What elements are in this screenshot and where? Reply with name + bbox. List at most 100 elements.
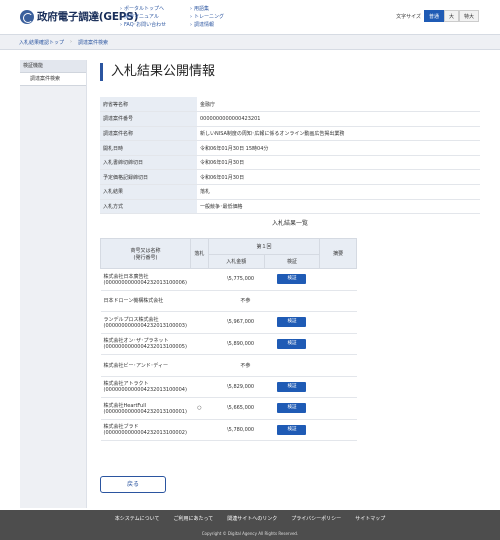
bid-amount: \5,967,000 — [208, 311, 265, 334]
bid-amount: \5,665,000 — [208, 397, 265, 420]
breadcrumb-item-search[interactable]: 調達案件検索 — [78, 39, 108, 46]
company-code: (0000000000004232013100006) — [103, 279, 187, 286]
info-row: 入札書締切締切日 令和06年01月30日 — [100, 155, 480, 171]
back-button[interactable]: 戻る — [100, 476, 166, 493]
font-size-switcher: 文字サイズ 普通 大 特大 — [396, 10, 479, 22]
geps-logo-icon — [20, 9, 34, 24]
bid-amount: 不参 — [208, 290, 320, 312]
remarks-cell — [319, 397, 357, 420]
info-row: 開札日時 令和06年01月30日 15時04分 — [100, 140, 480, 156]
results-title: 入札結果一覧 — [271, 220, 308, 227]
company-cell: 株式会社ビー･アンド･ディー — [100, 354, 191, 377]
winner-mark: ○ — [190, 397, 209, 420]
company-name: ランデルプロス株式会社 — [103, 316, 159, 323]
winner-mark — [190, 354, 209, 377]
company-cell: 株式会社日本廣告社 (0000000000004232013100006) — [100, 268, 191, 291]
col-header-round: 第１回 — [207, 238, 321, 255]
link-portal-top[interactable]: ポータルトップへ — [120, 5, 166, 13]
verify-button[interactable]: 検証 — [277, 424, 307, 435]
info-row: 調達案件名称 新しいNISA制度の周知･広報に係るオンライン動画広告掲出業務 — [100, 126, 480, 142]
col-header-company: 商号又は名称 (発行番号) — [100, 238, 191, 269]
table-row: 株式会社日本廣告社 (0000000000004232013100006) \5,… — [100, 268, 357, 291]
verify-button[interactable]: 検証 — [277, 338, 307, 349]
bid-amount: \5,829,000 — [208, 376, 265, 398]
font-size-xlarge-button[interactable]: 特大 — [458, 10, 479, 22]
verify-cell: 検証 — [264, 419, 320, 441]
company-cell: 日本ドローン機構株式会社 — [100, 290, 191, 312]
footer-link-about[interactable]: 本システムについて — [115, 515, 160, 522]
verify-button[interactable]: 検証 — [277, 381, 307, 392]
company-cell: 株式会社オン･ザ･プラネット (0000000000004232013100005… — [100, 333, 191, 355]
footer-link-related[interactable]: 関連サイトへのリンク — [227, 515, 277, 522]
header-links-primary: ポータルトップへ 操作マニュアル FAQ･お問い合わせ — [120, 5, 166, 29]
verify-button[interactable]: 検証 — [277, 274, 307, 285]
link-procurement-info[interactable]: 調達情報 — [190, 21, 224, 29]
info-row: 調達案件番号 0000000000000423201 — [100, 111, 480, 127]
footer-link-terms[interactable]: ご利用にあたって — [174, 515, 214, 522]
company-cell: ランデルプロス株式会社 (0000000000004232013100003) — [100, 311, 191, 334]
font-size-large-button[interactable]: 大 — [443, 10, 459, 22]
link-manual[interactable]: 操作マニュアル — [120, 13, 166, 21]
verify-cell: 検証 — [264, 397, 320, 420]
company-cell: 株式会社アトラクト (0000000000004232013100004) — [100, 376, 191, 398]
verify-button[interactable]: 検証 — [277, 403, 307, 414]
company-code: (0000000000004232013100002) — [103, 430, 187, 437]
bid-amount: \5,780,000 — [208, 419, 265, 441]
remarks-cell — [319, 354, 357, 377]
copyright: Copyright © Digital Agency All Rights Re… — [201, 531, 299, 536]
info-key: 入札結果 — [100, 184, 197, 200]
info-key: 調達案件番号 — [100, 111, 197, 127]
col-header-amount: 入札金額 — [207, 253, 265, 270]
info-key: 開札日時 — [100, 140, 197, 156]
bid-amount: 不参 — [208, 354, 320, 377]
remarks-cell — [319, 419, 357, 441]
font-size-normal-button[interactable]: 普通 — [423, 10, 444, 22]
site-footer: 本システムについて ご利用にあたって 関連サイトへのリンク プライバシーポリシー… — [0, 510, 500, 540]
company-name: 株式会社アトラクト — [103, 381, 149, 388]
sidebar-heading: 検証機能 — [20, 60, 86, 73]
company-name: 株式会社HeartFull — [103, 402, 146, 409]
info-value: 落札 — [197, 184, 480, 200]
info-row: 入札方式 一般競争･最低価格 — [100, 199, 480, 215]
winner-mark — [190, 419, 209, 441]
table-row: 株式会社HeartFull (0000000000004232013100001)… — [100, 397, 357, 420]
remarks-cell — [319, 333, 357, 355]
site-header: 政府電子調達(GEPS) ポータルトップへ 操作マニュアル FAQ･お問い合わせ… — [0, 0, 500, 34]
company-name: 株式会社ブラド — [103, 424, 139, 431]
breadcrumb-separator-icon: › — [70, 39, 73, 45]
verify-cell: 検証 — [264, 333, 320, 355]
breadcrumb: 入札結果確認トップ › 調達案件検索 — [0, 34, 500, 50]
bid-amount: \5,775,000 — [208, 268, 265, 291]
info-key: 入札書締切締切日 — [100, 155, 197, 171]
info-value: 令和06年01月30日 — [197, 169, 480, 186]
company-cell: 株式会社ブラド (0000000000004232013100002) — [100, 419, 191, 441]
table-row: 株式会社ブラド (0000000000004232013100002) \5,78… — [100, 419, 357, 441]
company-name: 株式会社日本廣告社 — [103, 273, 149, 280]
verify-cell: 検証 — [264, 268, 320, 291]
footer-links: 本システムについて ご利用にあたって 関連サイトへのリンク プライバシーポリシー… — [0, 515, 500, 522]
company-name: 株式会社オン･ザ･プラネット — [103, 338, 169, 345]
table-row: 株式会社アトラクト (0000000000004232013100004) \5,… — [100, 376, 357, 398]
info-row: 府省等名称 金融庁 — [100, 97, 480, 113]
footer-link-privacy[interactable]: プライバシーポリシー — [291, 515, 341, 522]
main-content: 入札結果公開情報 府省等名称 金融庁 調達案件番号 0000000000000423… — [100, 60, 480, 493]
sidebar-item-search[interactable]: 調達案件検索 — [20, 73, 86, 86]
winner-mark — [190, 333, 209, 355]
link-glossary[interactable]: 用語集 — [190, 5, 224, 13]
verify-button[interactable]: 検証 — [277, 317, 307, 328]
company-cell: 株式会社HeartFull (0000000000004232013100001) — [100, 397, 191, 420]
breadcrumb-item-top[interactable]: 入札結果確認トップ — [19, 39, 64, 46]
info-key: 予定価格記録締切日 — [100, 169, 197, 186]
procurement-info-table: 府省等名称 金融庁 調達案件番号 0000000000000423201 調達案件名… — [100, 97, 480, 215]
company-code: (0000000000004232013100003) — [103, 322, 187, 329]
footer-link-sitemap[interactable]: サイトマップ — [355, 515, 385, 522]
font-size-label: 文字サイズ — [396, 13, 421, 20]
info-key: 府省等名称 — [100, 97, 197, 113]
link-faq[interactable]: FAQ･お問い合わせ — [120, 21, 166, 29]
remarks-cell — [319, 376, 357, 398]
info-row: 入札結果 落札 — [100, 184, 480, 200]
info-key: 調達案件名称 — [100, 126, 197, 142]
results-table: 商号又は名称 (発行番号) 落札 第１回 摘要 入札金額 検証 株式会社日本廣告… — [100, 238, 357, 441]
link-training[interactable]: トレーニング — [190, 13, 224, 21]
table-row: 株式会社ビー･アンド･ディー 不参 — [100, 354, 357, 377]
